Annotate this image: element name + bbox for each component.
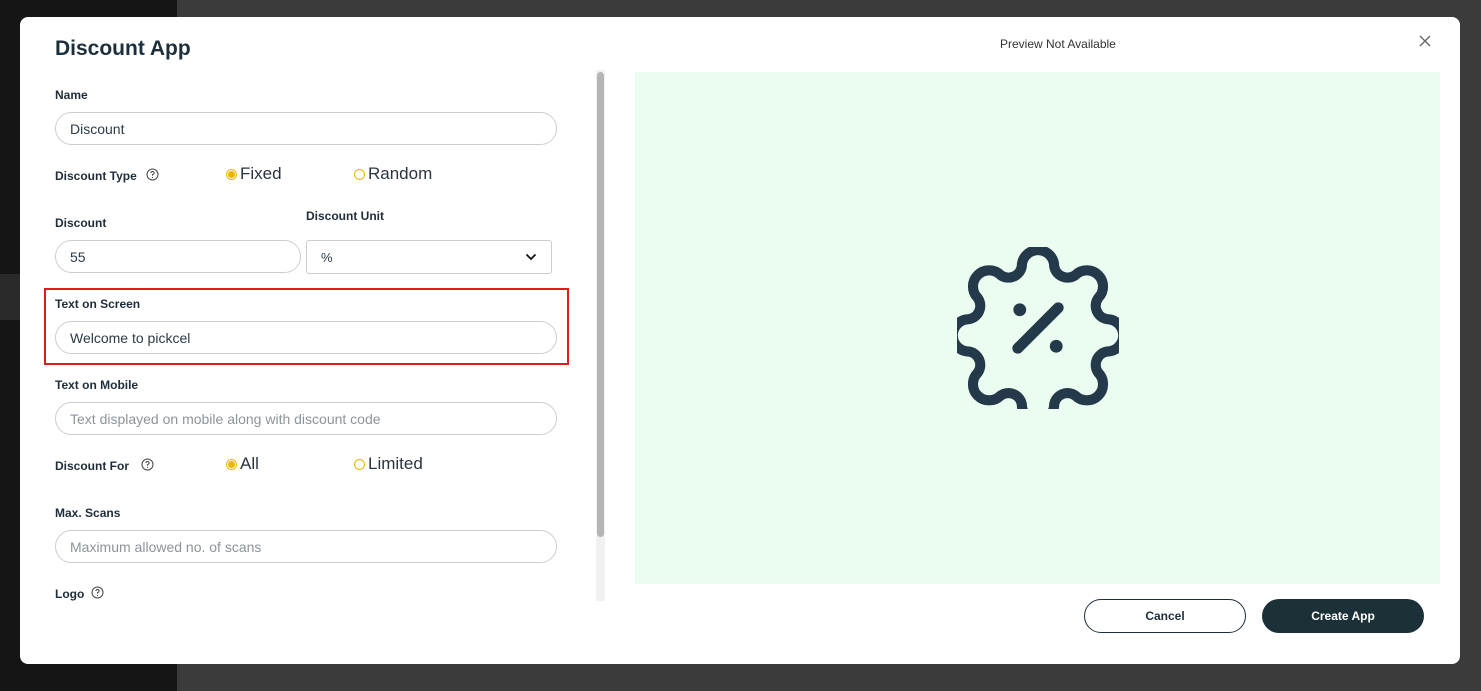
close-button[interactable] [1418,34,1436,52]
radio-fixed-label: Fixed [240,164,282,183]
create-app-button[interactable]: Create App [1262,599,1424,633]
radio-all[interactable]: All [226,454,259,474]
help-icon[interactable] [146,168,159,181]
radio-unchecked-indicator [354,168,365,180]
radio-checked-indicator [226,458,237,470]
discount-type-label: Discount Type [55,169,137,183]
preview-pane [635,72,1440,584]
chevron-down-icon [525,253,537,261]
cancel-button[interactable]: Cancel [1084,599,1246,633]
discount-label: Discount [55,216,107,230]
discount-unit-value: % [321,249,333,265]
discount-input[interactable] [55,240,301,273]
discount-unit-label: Discount Unit [306,209,384,223]
discount-app-modal: Discount App Preview Not Available Name … [20,17,1460,664]
max-scans-input[interactable] [55,530,557,563]
radio-checked-indicator [226,168,237,180]
help-icon[interactable] [141,458,154,471]
radio-unchecked-indicator [354,458,365,470]
text-on-mobile-label: Text on Mobile [55,378,139,392]
max-scans-label: Max. Scans [55,506,121,520]
radio-random-label: Random [368,164,433,183]
discount-badge-icon [957,247,1119,409]
radio-random[interactable]: Random [354,164,432,184]
logo-label: Logo [55,587,85,601]
preview-label: Preview Not Available [1000,37,1116,51]
text-on-screen-label: Text on Screen [55,297,141,311]
text-on-screen-input[interactable] [55,321,557,354]
radio-limited-label: Limited [368,454,423,473]
modal-title: Discount App [55,37,191,60]
name-label: Name [55,88,88,102]
discount-for-label: Discount For [55,459,129,473]
discount-unit-select[interactable]: % [306,240,552,274]
name-input[interactable] [55,112,557,145]
radio-limited[interactable]: Limited [354,454,423,474]
help-icon[interactable] [91,586,104,599]
close-icon [1419,35,1431,47]
radio-all-label: All [240,454,259,473]
radio-fixed[interactable]: Fixed [226,164,282,184]
text-on-mobile-input[interactable] [55,402,557,435]
form-scrollbar-thumb[interactable] [597,72,604,537]
